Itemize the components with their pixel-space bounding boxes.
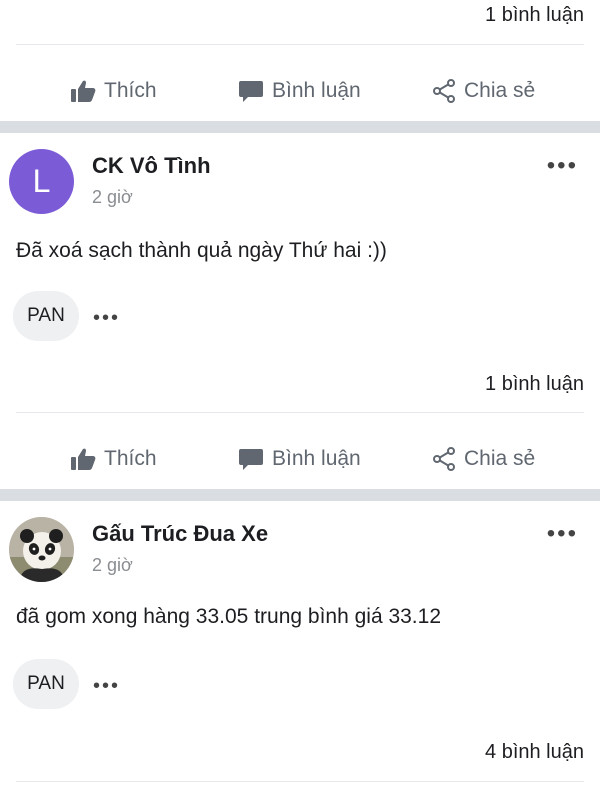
stock-tag[interactable]: PAN <box>13 659 79 709</box>
more-dots-icon[interactable]: ••• <box>547 154 578 178</box>
like-label: Thích <box>104 79 157 102</box>
comments-count[interactable]: 4 bình luận <box>485 741 584 764</box>
comment-label: Bình luận <box>272 79 361 102</box>
share-label: Chia sẻ <box>464 447 536 470</box>
author-name[interactable]: CK Vô Tình <box>92 153 211 179</box>
divider <box>16 412 584 413</box>
more-dots-icon[interactable]: ••• <box>93 308 120 328</box>
more-dots-icon[interactable]: ••• <box>547 522 578 546</box>
comments-count[interactable]: 1 bình luận <box>485 4 584 27</box>
post-separator <box>0 121 600 133</box>
thumbs-up-icon <box>70 447 96 471</box>
speech-bubble-icon <box>238 79 264 103</box>
post-time: 2 giờ <box>92 187 133 207</box>
comment-button[interactable]: Bình luận <box>238 447 361 471</box>
avatar[interactable] <box>9 517 74 582</box>
previous-post-footer: 1 bình luận <box>0 0 600 44</box>
more-dots-icon[interactable]: ••• <box>93 676 120 696</box>
share-label: Chia sẻ <box>464 79 536 102</box>
action-bar: Thích Bình luận Chia sẻ <box>0 429 600 489</box>
post-text: đã gom xong hàng 33.05 trung bình giá 33… <box>16 605 442 628</box>
like-button[interactable]: Thích <box>70 447 157 471</box>
author-name[interactable]: Gấu Trúc Đua Xe <box>92 521 268 547</box>
action-bar: Thích Bình luận Chia sẻ <box>0 61 600 121</box>
like-button[interactable]: Thích <box>70 79 157 103</box>
thumbs-up-icon <box>70 79 96 103</box>
share-button[interactable]: Chia sẻ <box>432 79 535 103</box>
avatar[interactable]: L <box>9 149 74 214</box>
divider <box>16 44 584 45</box>
comment-button[interactable]: Bình luận <box>238 79 361 103</box>
post-time: 2 giờ <box>92 555 133 575</box>
share-icon <box>432 79 456 103</box>
comment-label: Bình luận <box>272 447 361 470</box>
post-separator <box>0 489 600 501</box>
speech-bubble-icon <box>238 447 264 471</box>
post-card: Gấu Trúc Đua Xe 2 giờ ••• đã gom xong hà… <box>0 501 600 800</box>
panda-avatar-image <box>9 517 74 582</box>
like-label: Thích <box>104 447 157 470</box>
post-text: Đã xoá sạch thành quả ngày Thứ hai :)) <box>16 239 387 262</box>
divider <box>16 781 584 782</box>
share-icon <box>432 447 456 471</box>
share-button[interactable]: Chia sẻ <box>432 447 535 471</box>
avatar-letter: L <box>32 163 51 199</box>
stock-tag[interactable]: PAN <box>13 291 79 341</box>
comments-count[interactable]: 1 bình luận <box>485 373 584 396</box>
